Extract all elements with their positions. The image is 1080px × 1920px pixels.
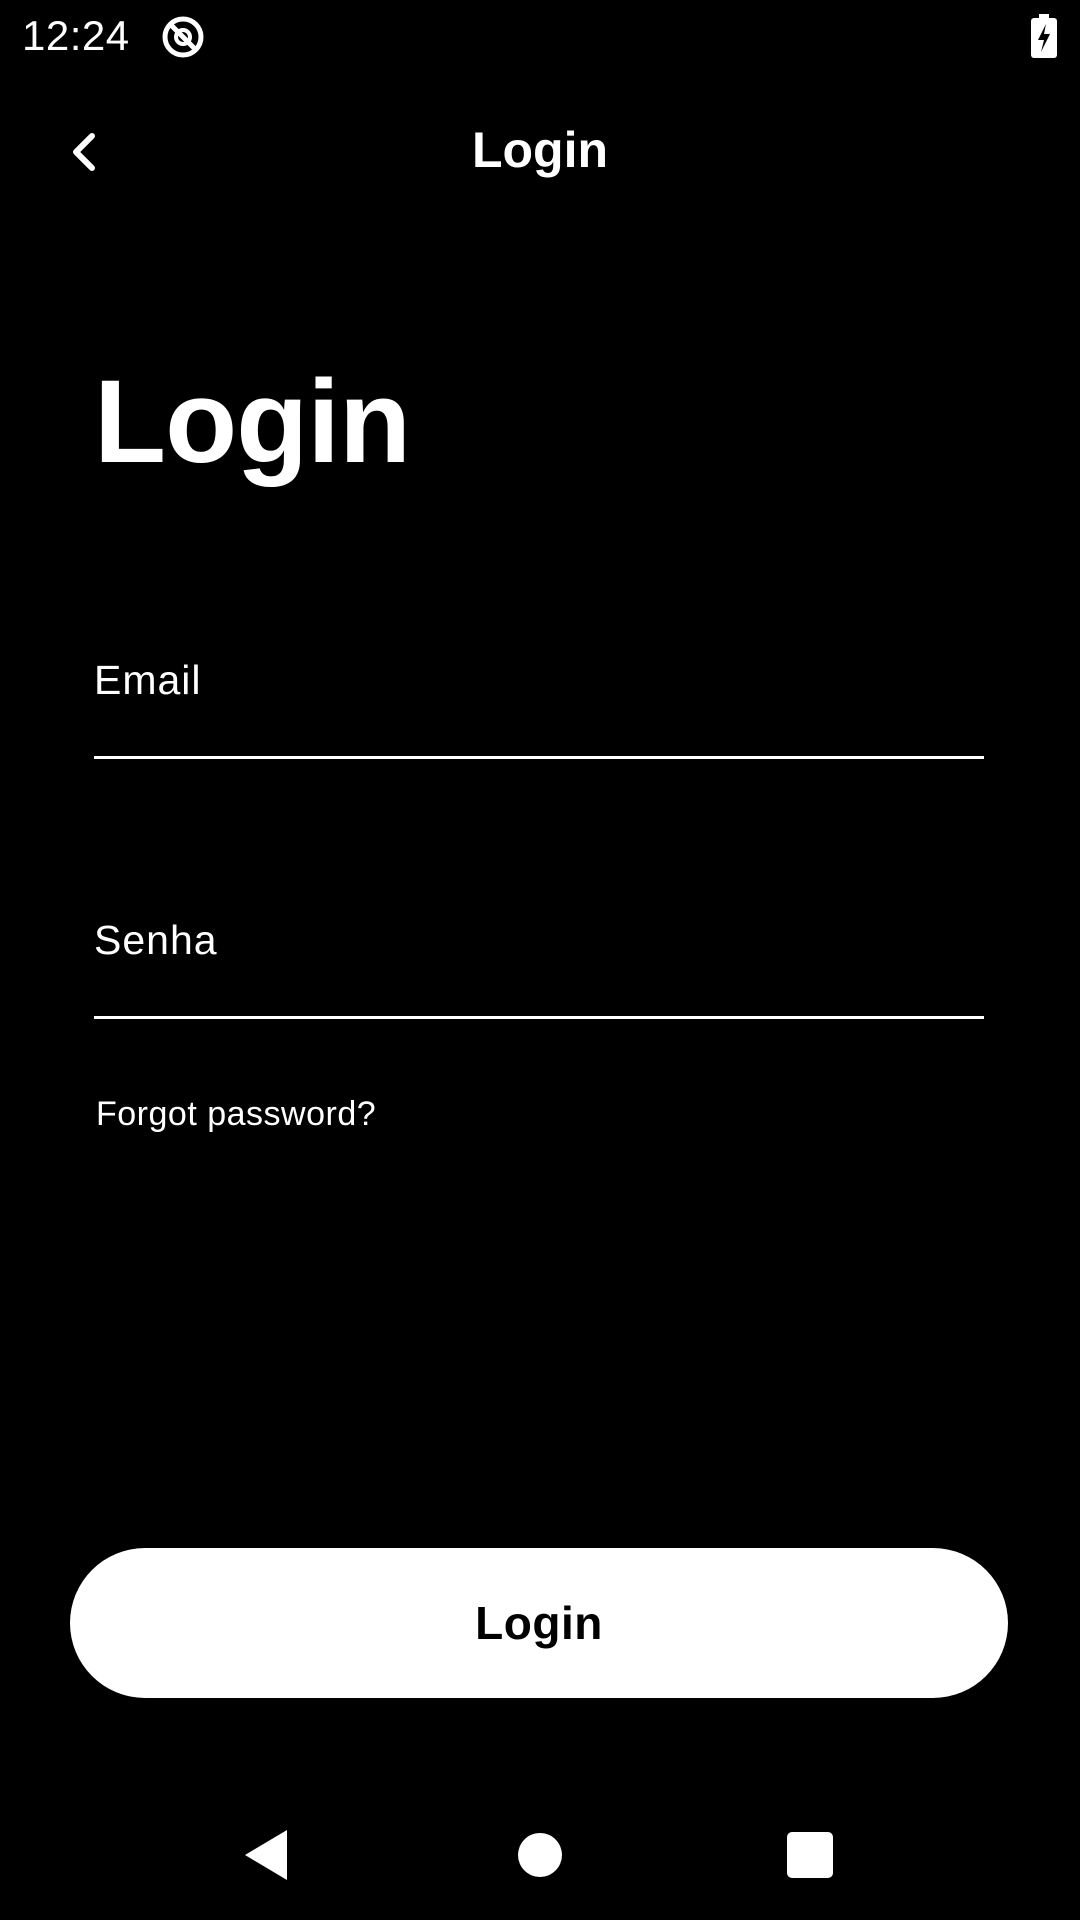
password-field-underline xyxy=(94,1016,984,1019)
status-time: 12:24 xyxy=(22,12,130,59)
square-recents-icon xyxy=(787,1831,833,1883)
triangle-back-icon xyxy=(241,1828,291,1887)
page-title: Login xyxy=(94,356,411,488)
battery-charging-icon xyxy=(1030,14,1058,58)
forgot-password-link[interactable]: Forgot password? xyxy=(96,1092,376,1136)
circle-home-icon xyxy=(517,1832,563,1883)
top-app-bar: Login xyxy=(0,100,1080,210)
circle-slash-icon xyxy=(160,14,206,60)
app-bar-title: Login xyxy=(471,122,609,178)
nav-home-button[interactable] xyxy=(500,1822,580,1892)
nav-recents-button[interactable] xyxy=(770,1822,850,1892)
password-field[interactable] xyxy=(94,900,984,980)
nav-back-button[interactable] xyxy=(226,1822,306,1892)
password-field-container xyxy=(94,900,984,1019)
email-field-container xyxy=(94,640,984,759)
system-nav-bar xyxy=(0,1800,1080,1920)
email-field-underline xyxy=(94,756,984,759)
status-bar: 12:24 xyxy=(0,0,1080,72)
email-field[interactable] xyxy=(94,640,984,720)
login-button[interactable]: Login xyxy=(70,1548,1008,1698)
